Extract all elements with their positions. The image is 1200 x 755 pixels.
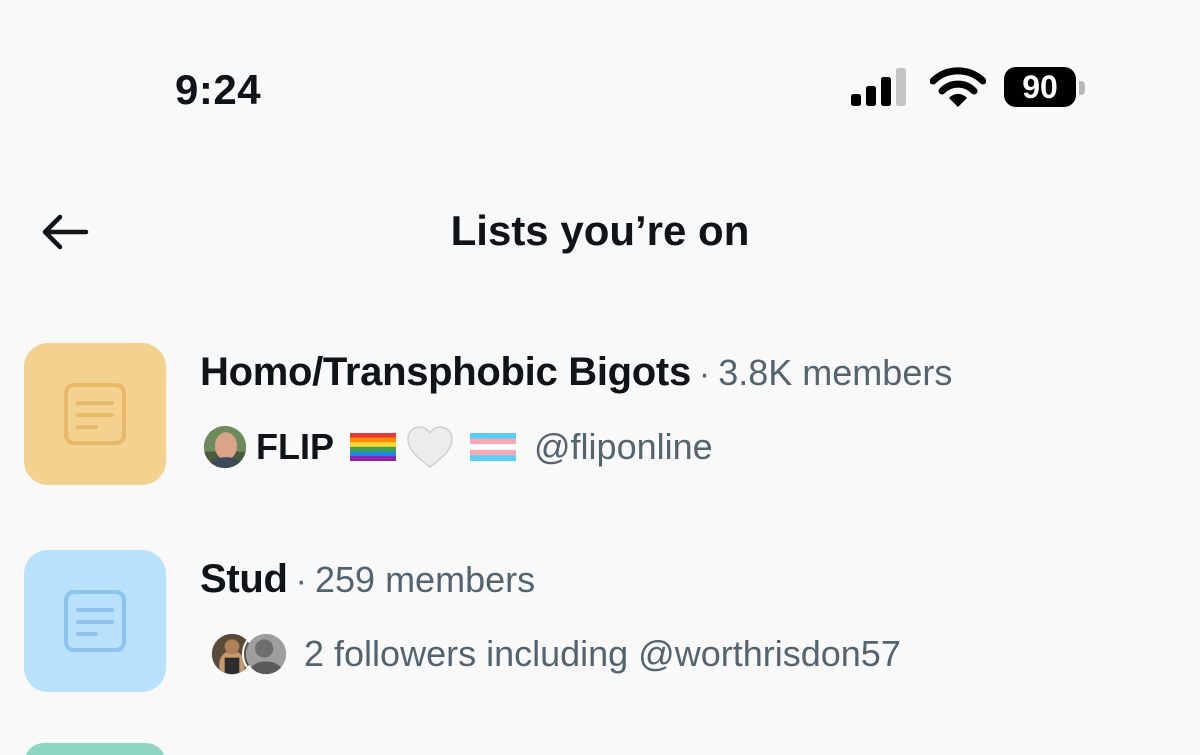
owner-handle: @fliponline bbox=[534, 426, 713, 467]
list-thumbnail-next[interactable] bbox=[24, 743, 166, 755]
member-count: 259 members bbox=[315, 559, 536, 600]
list-item-homo-transphobic-bigots[interactable]: Homo/Transphobic Bigots · 3.8K members FLI… bbox=[0, 343, 1200, 493]
owner-avatar bbox=[200, 422, 250, 472]
separator-dot: · bbox=[295, 562, 307, 600]
screen: 9:24 90 Lists you’re on Homo/Transphobic… bbox=[0, 0, 1200, 755]
list-document-icon bbox=[64, 590, 126, 652]
battery-cap bbox=[1079, 81, 1085, 95]
status-time: 9:24 bbox=[175, 66, 262, 113]
list-title-line: Homo/Transphobic Bigots · 3.8K members bbox=[200, 346, 952, 400]
list-thumbnail bbox=[24, 550, 166, 692]
followers-text: 2 followers including @worthrisdon57 bbox=[304, 633, 901, 674]
member-count: 3.8K members bbox=[718, 352, 953, 393]
separator-dot: · bbox=[698, 355, 711, 393]
list-item-stud[interactable]: Stud · 259 members 2 followers including… bbox=[0, 550, 1200, 700]
wifi-icon bbox=[930, 67, 986, 107]
owner-name: FLIP bbox=[256, 426, 334, 467]
list-name: Homo/Transphobic Bigots bbox=[200, 350, 691, 394]
battery-indicator: 90 bbox=[1004, 67, 1076, 107]
follower-avatar bbox=[242, 630, 290, 678]
cellular-signal-icon bbox=[851, 68, 906, 106]
transgender-flag-icon bbox=[470, 433, 516, 461]
page-title: Lists you’re on bbox=[450, 207, 750, 254]
list-title-line: Stud · 259 members bbox=[200, 553, 535, 607]
list-document-icon bbox=[64, 383, 126, 445]
battery-level: 90 bbox=[1022, 69, 1058, 105]
list-owner-line: FLIP @fliponline bbox=[200, 421, 713, 473]
list-thumbnail bbox=[24, 343, 166, 485]
rainbow-flag-icon bbox=[350, 433, 396, 461]
list-name: Stud bbox=[200, 557, 288, 601]
white-heart-icon bbox=[407, 426, 453, 468]
list-followers-line: 2 followers including @worthrisdon57 bbox=[208, 628, 901, 680]
